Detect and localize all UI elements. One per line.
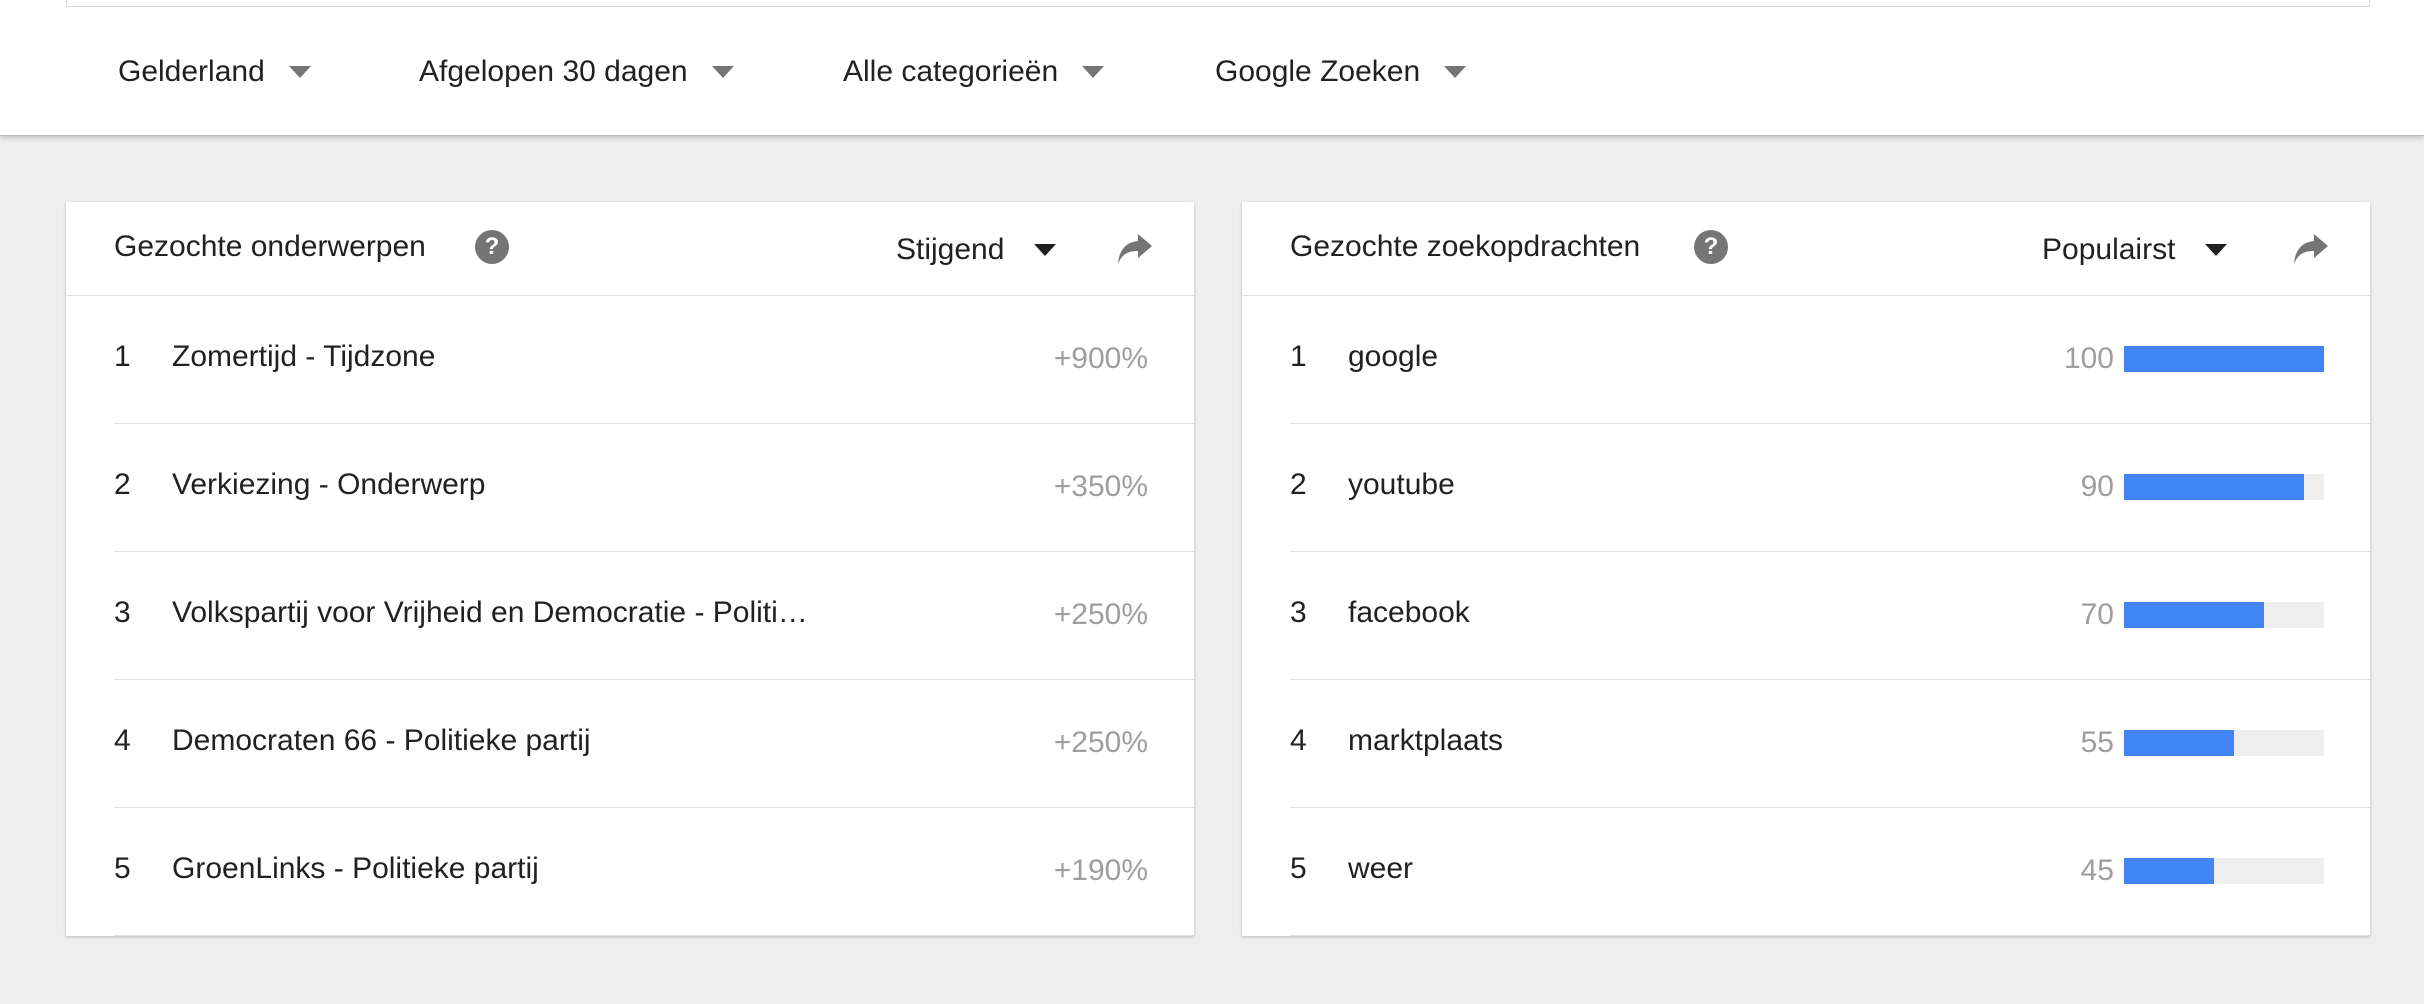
list-item[interactable]: 4 Democraten 66 - Politieke partij +250%	[114, 680, 1194, 808]
list-item[interactable]: 3 facebook 70	[1290, 552, 2370, 680]
interest-bar	[2124, 730, 2324, 756]
category-filter-label: Alle categorieën	[843, 55, 1059, 88]
rank-number: 3	[1290, 596, 1307, 629]
list-item[interactable]: 5 weer 45	[1290, 808, 2370, 936]
rank-number: 3	[114, 596, 131, 629]
query-label: weer	[1348, 852, 1414, 885]
share-icon[interactable]	[1116, 232, 1154, 266]
rise-percentage: +250%	[1053, 726, 1148, 759]
query-label: google	[1348, 340, 1439, 373]
list-item[interactable]: 3 Volkspartij voor Vrijheid en Democrati…	[114, 552, 1194, 680]
card-header: Gezochte onderwerpen ? Stijgend	[66, 202, 1194, 296]
rise-percentage: +900%	[1053, 342, 1148, 375]
rise-percentage: +250%	[1053, 598, 1148, 631]
rank-number: 5	[114, 852, 131, 885]
card-title: Gezochte onderwerpen	[114, 230, 426, 263]
topic-label: GroenLinks - Politieke partij	[172, 852, 539, 885]
list-item[interactable]: 2 Verkiezing - Onderwerp +350%	[114, 424, 1194, 552]
help-icon[interactable]: ?	[475, 230, 509, 264]
rank-number: 2	[1290, 468, 1307, 501]
list-item[interactable]: 2 youtube 90	[1290, 424, 2370, 552]
interest-value: 100	[2063, 342, 2114, 375]
top-divider	[66, 0, 2370, 7]
time-range-filter-label: Afgelopen 30 dagen	[419, 55, 688, 88]
help-icon[interactable]: ?	[1694, 230, 1728, 264]
chevron-down-icon	[711, 66, 734, 78]
chevron-down-icon	[1444, 66, 1467, 78]
search-type-filter-label: Google Zoeken	[1215, 55, 1421, 88]
rank-number: 4	[1290, 724, 1307, 757]
list-item[interactable]: 4 marktplaats 55	[1290, 680, 2370, 808]
location-filter-label: Gelderland	[118, 55, 265, 88]
interest-bar-fill	[2124, 858, 2214, 884]
rank-number: 2	[114, 468, 131, 501]
rise-percentage: +350%	[1053, 470, 1148, 503]
rank-number: 1	[114, 340, 131, 373]
share-icon[interactable]	[2292, 232, 2330, 266]
related-topics-card: Gezochte onderwerpen ? Stijgend 1 Zomert…	[66, 202, 1194, 936]
card-title: Gezochte zoekopdrachten	[1290, 230, 1641, 263]
query-label: facebook	[1348, 596, 1470, 629]
chevron-down-icon	[1082, 66, 1105, 78]
card-footer-divider	[114, 935, 1194, 936]
rank-number: 5	[1290, 852, 1307, 885]
rank-number: 4	[114, 724, 131, 757]
topic-label: Volkspartij voor Vrijheid en Democratie …	[172, 596, 808, 629]
interest-bar	[2124, 346, 2324, 372]
location-filter[interactable]: Gelderland	[118, 52, 311, 92]
chevron-down-icon	[288, 66, 311, 78]
interest-value: 45	[2080, 854, 2114, 887]
interest-bar-fill	[2124, 474, 2304, 500]
interest-value: 90	[2080, 470, 2114, 503]
rise-percentage: +190%	[1053, 854, 1148, 887]
interest-bar	[2124, 602, 2324, 628]
category-filter[interactable]: Alle categorieën	[843, 52, 1105, 92]
search-type-filter[interactable]: Google Zoeken	[1215, 52, 1467, 92]
list-item[interactable]: 1 Zomertijd - Tijdzone +900%	[114, 296, 1194, 424]
interest-bar	[2124, 858, 2324, 884]
sort-dropdown[interactable]: Populairst	[2042, 230, 2228, 270]
interest-bar-fill	[2124, 602, 2264, 628]
query-label: youtube	[1348, 468, 1455, 501]
interest-value: 70	[2080, 598, 2114, 631]
interest-value: 55	[2080, 726, 2114, 759]
chevron-down-icon	[2205, 244, 2228, 256]
time-range-filter[interactable]: Afgelopen 30 dagen	[419, 52, 734, 92]
card-header: Gezochte zoekopdrachten ? Populairst	[1242, 202, 2370, 296]
query-label: marktplaats	[1348, 724, 1504, 757]
interest-bar	[2124, 474, 2324, 500]
topic-label: Zomertijd - Tijdzone	[172, 340, 436, 373]
chevron-down-icon	[1034, 244, 1057, 256]
list-item[interactable]: 1 google 100	[1290, 296, 2370, 424]
interest-bar-fill	[2124, 346, 2324, 372]
list-item[interactable]: 5 GroenLinks - Politieke partij +190%	[114, 808, 1194, 936]
rank-number: 1	[1290, 340, 1307, 373]
interest-bar-fill	[2124, 730, 2234, 756]
related-queries-card: Gezochte zoekopdrachten ? Populairst 1 g…	[1242, 202, 2370, 936]
filter-bar: Gelderland Afgelopen 30 dagen Alle categ…	[0, 0, 2424, 136]
card-footer-divider	[1290, 935, 2370, 936]
sort-dropdown-label: Populairst	[2042, 233, 2176, 266]
topic-label: Democraten 66 - Politieke partij	[172, 724, 591, 757]
sort-dropdown-label: Stijgend	[896, 233, 1005, 266]
topic-label: Verkiezing - Onderwerp	[172, 468, 486, 501]
sort-dropdown[interactable]: Stijgend	[896, 230, 1057, 270]
